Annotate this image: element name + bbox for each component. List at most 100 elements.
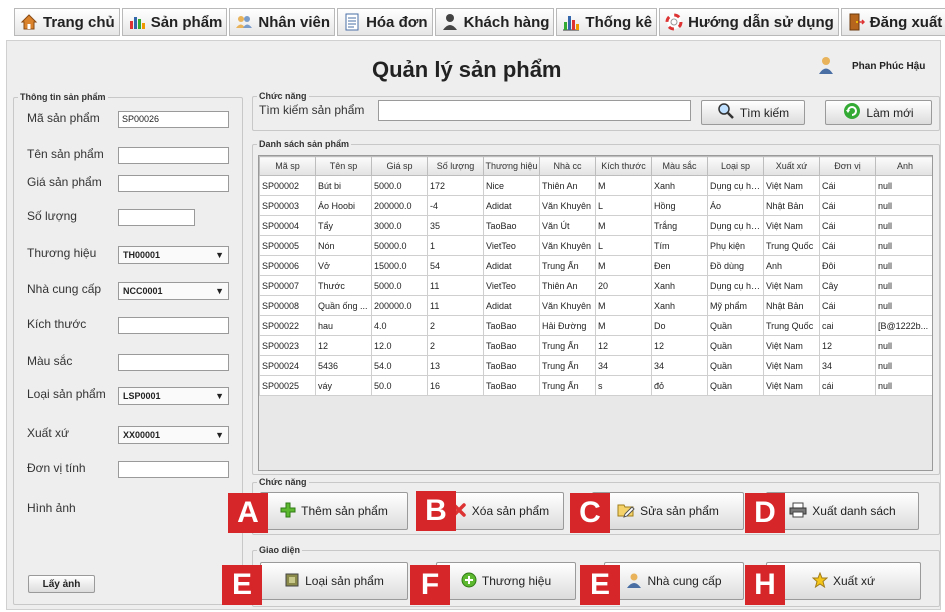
table-row[interactable]: SP00004 Tẩy 3000.0 35 TaoBao Văn Út M Trắng Dụng… bbox=[259, 215, 932, 236]
column-header[interactable]: Màu sắc bbox=[651, 156, 708, 176]
column-header[interactable]: Loại sp bbox=[707, 156, 764, 176]
brand-label: Thương hiệu bbox=[27, 246, 97, 260]
column-header[interactable]: Số lượng bbox=[427, 156, 484, 176]
table-cell: TaoBao bbox=[483, 215, 540, 236]
table-cell: Trung Quốc bbox=[763, 235, 820, 256]
brand-button[interactable]: Thương hiệu bbox=[436, 562, 576, 600]
table-cell: null bbox=[875, 275, 932, 296]
column-header[interactable]: Mã sp bbox=[259, 156, 316, 176]
table-cell: null bbox=[875, 375, 932, 396]
table-cell: s bbox=[595, 375, 652, 396]
product-code-field[interactable]: SP00026 bbox=[118, 111, 229, 128]
product-info-legend: Thông tin sản phẩm bbox=[20, 92, 106, 102]
get-image-button[interactable]: Lấy ảnh bbox=[28, 575, 95, 593]
table-cell: SP00022 bbox=[259, 315, 316, 336]
column-header[interactable]: Nhà cc bbox=[539, 156, 596, 176]
column-header[interactable]: Giá sp bbox=[371, 156, 428, 176]
table-cell: Trung Ấn bbox=[539, 375, 596, 396]
table-cell: null bbox=[875, 175, 932, 196]
table-cell: SP00005 bbox=[259, 235, 316, 256]
table-row[interactable]: SP00024 5436 54.0 13 TaoBao Trung Ấn 34 34 Quần V… bbox=[259, 355, 932, 376]
table-cell: Xanh bbox=[651, 295, 708, 316]
annotation-badge-e: E bbox=[222, 565, 262, 605]
search-button-label: Tìm kiếm bbox=[739, 105, 790, 120]
table-cell: Áo Hoobi bbox=[315, 195, 372, 216]
table-cell: Quần bbox=[707, 355, 764, 376]
table-row[interactable]: SP00008 Quần ống ... 200000.0 11 Adidat Văn K… bbox=[259, 295, 932, 316]
origin-button[interactable]: Xuất xứ bbox=[766, 562, 921, 600]
edit-product-button[interactable]: Sửa sản phẩm bbox=[592, 492, 744, 530]
column-header[interactable]: Xuất xứ bbox=[763, 156, 820, 176]
search-button[interactable]: Tìm kiếm bbox=[701, 100, 805, 125]
unit-field[interactable] bbox=[118, 461, 229, 478]
menu-home[interactable]: Trang chủ bbox=[14, 8, 120, 36]
table-row[interactable]: SP00007 Thước 5000.0 11 VietTeo Thiên An 20 Xan… bbox=[259, 275, 932, 296]
table-row[interactable]: SP00025 váy 50.0 16 TaoBao Trung Ấn s đỏ Quần Việ… bbox=[259, 375, 932, 396]
refresh-button[interactable]: Làm mới bbox=[825, 100, 932, 125]
product-table-container: Mã sp Tên sp Giá sp Số lượng Thương hiệu Nhà … bbox=[258, 155, 933, 471]
column-header[interactable]: Anh bbox=[875, 156, 932, 176]
table-cell: Văn Út bbox=[539, 215, 596, 236]
size-field[interactable] bbox=[118, 317, 229, 334]
table-cell: Do bbox=[651, 315, 708, 336]
supplier-select[interactable]: NCC0001 ▼ bbox=[118, 282, 229, 300]
home-icon bbox=[19, 12, 39, 32]
menu-customers[interactable]: Khách hàng bbox=[434, 8, 555, 36]
get-image-button-label: Lấy ảnh bbox=[42, 578, 81, 590]
product-price-label: Giá sản phẩm bbox=[27, 175, 102, 189]
column-header[interactable]: Đơn vị bbox=[819, 156, 876, 176]
menu-statistics[interactable]: Thống kê bbox=[556, 8, 658, 36]
table-cell: M bbox=[595, 315, 652, 336]
quantity-field[interactable] bbox=[118, 209, 195, 226]
supplier-button[interactable]: Nhà cung cấp bbox=[604, 562, 744, 600]
table-cell: null bbox=[875, 255, 932, 276]
table-cell: SP00024 bbox=[259, 355, 316, 376]
column-header[interactable]: Kích thước bbox=[595, 156, 652, 176]
product-list-legend: Danh sách sản phẩm bbox=[259, 139, 350, 149]
brand-select-value: TH00001 bbox=[123, 250, 161, 260]
table-row[interactable]: SP00023 12 12.0 2 TaoBao Trung Ấn 12 12 Quần Việt… bbox=[259, 335, 932, 356]
table-cell: 15000.0 bbox=[371, 255, 428, 276]
color-field[interactable] bbox=[118, 354, 229, 371]
product-type-button[interactable]: Loại sản phẩm bbox=[260, 562, 408, 600]
menu-products[interactable]: Sản phẩm bbox=[121, 8, 228, 36]
table-row[interactable]: SP00005 Nón 50000.0 1 VietTeo Văn Khuyên L Tím P… bbox=[259, 235, 932, 256]
table-cell: L bbox=[595, 195, 652, 216]
table-cell: -4 bbox=[427, 195, 484, 216]
table-row[interactable]: SP00006 Vở 15000.0 54 Adidat Trung Ấn M Đen Đồ d… bbox=[259, 255, 932, 276]
menu-help[interactable]: Hướng dẫn sử dụng bbox=[659, 8, 839, 36]
product-type-select[interactable]: LSP0001 ▼ bbox=[118, 387, 229, 405]
search-input[interactable] bbox=[378, 100, 691, 121]
table-cell: Tẩy bbox=[315, 215, 372, 236]
menu-logout[interactable]: Đăng xuất bbox=[840, 8, 945, 36]
product-name-field[interactable] bbox=[118, 147, 229, 164]
table-row[interactable]: SP00002 Bút bi 5000.0 172 Nice Thiên An M Xanh D… bbox=[259, 175, 932, 196]
table-cell: hau bbox=[315, 315, 372, 336]
table-cell: Quần ống ... bbox=[315, 295, 372, 316]
logout-door-icon bbox=[846, 12, 866, 32]
add-product-button[interactable]: Thêm sản phẩm bbox=[260, 492, 408, 530]
brand-select[interactable]: TH00001 ▼ bbox=[118, 246, 229, 264]
origin-select[interactable]: XX00001 ▼ bbox=[118, 426, 229, 444]
table-cell: 4.0 bbox=[371, 315, 428, 336]
table-cell: Việt Nam bbox=[763, 355, 820, 376]
menu-invoices[interactable]: Hóa đơn bbox=[337, 8, 433, 36]
table-row[interactable]: SP00003 Áo Hoobi 200000.0 -4 Adidat Văn Khuyê… bbox=[259, 195, 932, 216]
product-price-field[interactable] bbox=[118, 175, 229, 192]
supplier-label: Nhà cung cấp bbox=[27, 282, 102, 296]
column-header[interactable]: Thương hiệu bbox=[483, 156, 540, 176]
table-cell: Quần bbox=[707, 315, 764, 336]
table-cell: 2 bbox=[427, 335, 484, 356]
table-cell: 12 bbox=[819, 335, 876, 356]
lifebuoy-icon bbox=[664, 12, 684, 32]
menu-employees[interactable]: Nhân viên bbox=[229, 8, 336, 36]
table-cell: 50.0 bbox=[371, 375, 428, 396]
column-header[interactable]: Tên sp bbox=[315, 156, 372, 176]
table-cell: 54.0 bbox=[371, 355, 428, 376]
table-cell: 200000.0 bbox=[371, 295, 428, 316]
export-list-button[interactable]: Xuất danh sách bbox=[766, 492, 919, 530]
search-legend: Chức năng bbox=[259, 91, 307, 101]
table-cell: null bbox=[875, 295, 932, 316]
table-row[interactable]: SP00022 hau 4.0 2 TaoBao Hải Đường M Do Quần Trun… bbox=[259, 315, 932, 336]
table-cell: Adidat bbox=[483, 255, 540, 276]
